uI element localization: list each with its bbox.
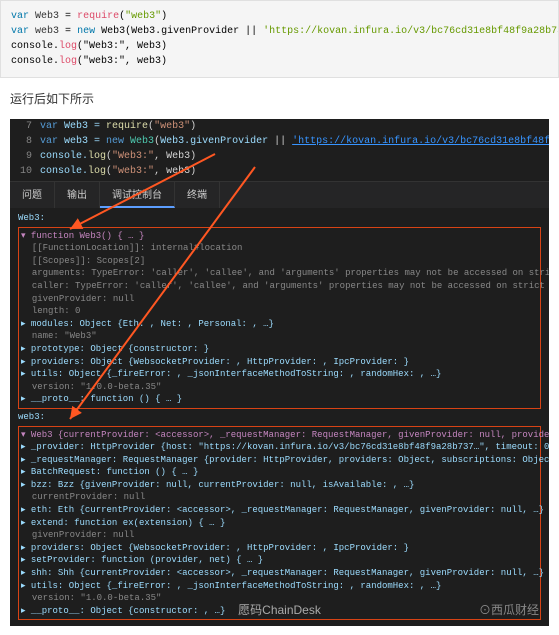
- kw: var: [11, 11, 29, 22]
- panel-tabs: 问题 输出 调试控制台 终端: [10, 181, 549, 208]
- debug-console[interactable]: Web3: ▾ function Web3() { … } [[Function…: [10, 208, 549, 626]
- tab-debug-console[interactable]: 调试控制台: [100, 182, 175, 208]
- tab-output[interactable]: 输出: [55, 182, 100, 208]
- watermark-center: 愿码ChainDesk: [238, 601, 321, 618]
- tab-terminal[interactable]: 终端: [175, 182, 220, 208]
- expanded-object-web3-instance: ▾ Web3 {currentProvider: <accessor>, _re…: [18, 426, 541, 621]
- caption-text: 运行后如下所示: [0, 78, 559, 119]
- line-number: 7: [10, 119, 40, 134]
- tab-problems[interactable]: 问题: [10, 182, 55, 208]
- console-header: web3:: [18, 411, 541, 424]
- editor-screenshot: 7var Web3 = require("web3") 8var web3 = …: [10, 119, 549, 626]
- source-code-snippet: var Web3 = require("web3") var web3 = ne…: [0, 0, 559, 78]
- expanded-object-web3-class: ▾ function Web3() { … } [[FunctionLocati…: [18, 227, 541, 409]
- console-header: Web3:: [18, 212, 541, 225]
- code-editor: 7var Web3 = require("web3") 8var web3 = …: [10, 119, 549, 179]
- watermark-right: ⊙西瓜财经: [479, 601, 539, 618]
